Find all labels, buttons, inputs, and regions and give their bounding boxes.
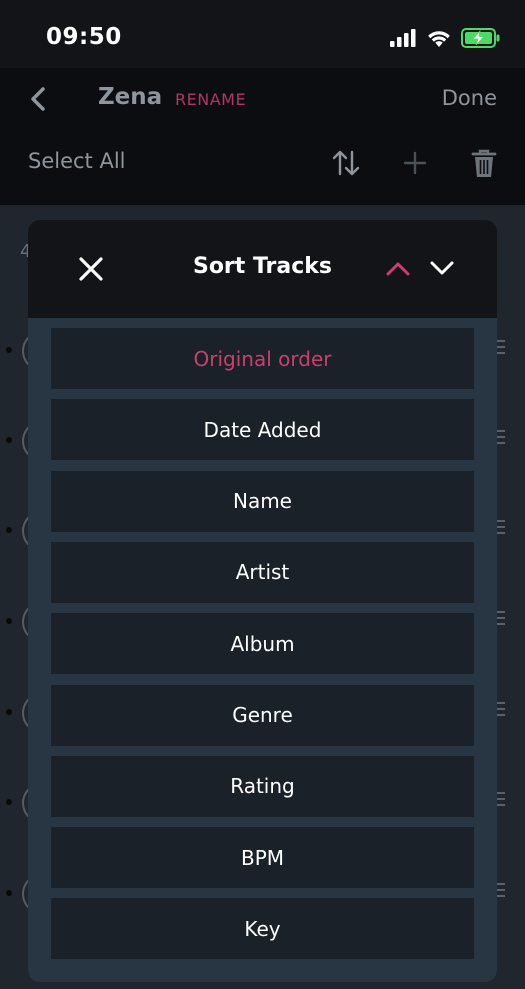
sort-option-rating[interactable]: Rating [51,755,474,817]
chevron-up-icon[interactable] [384,257,412,279]
status-time: 09:50 [46,24,122,50]
plus-icon[interactable] [398,146,432,180]
sort-option-key[interactable]: Key [51,898,474,960]
wifi-icon [428,30,450,47]
sort-option-artist[interactable]: Artist [51,541,474,603]
sort-option-bpm[interactable]: BPM [51,827,474,889]
chevron-left-icon[interactable] [22,82,56,116]
sort-tracks-sheet: Sort Tracks Original order Date Added Name… [28,220,497,982]
sort-option-original-order[interactable]: Original order [51,328,474,389]
done-button[interactable]: Done [442,86,497,110]
nav-bar: Zena RENAME Done Select All [0,68,525,205]
signal-icon [390,29,416,47]
sort-option-name[interactable]: Name [51,470,474,532]
sort-arrows-icon[interactable] [329,146,363,180]
playlist-title: Zena [98,84,163,110]
sort-option-album[interactable]: Album [51,613,474,675]
sort-option-date-added[interactable]: Date Added [51,399,474,461]
status-icons [390,28,501,48]
select-all-button[interactable]: Select All [28,149,126,173]
status-bar: 09:50 [0,0,525,68]
trash-icon[interactable] [467,146,501,180]
sort-option-genre[interactable]: Genre [51,684,474,746]
chevron-down-icon[interactable] [428,257,456,279]
battery-charging-icon [461,28,500,48]
sheet-title: Sort Tracks [192,254,333,279]
sheet-header: Sort Tracks [28,220,497,318]
rename-button[interactable]: RENAME [175,90,246,109]
